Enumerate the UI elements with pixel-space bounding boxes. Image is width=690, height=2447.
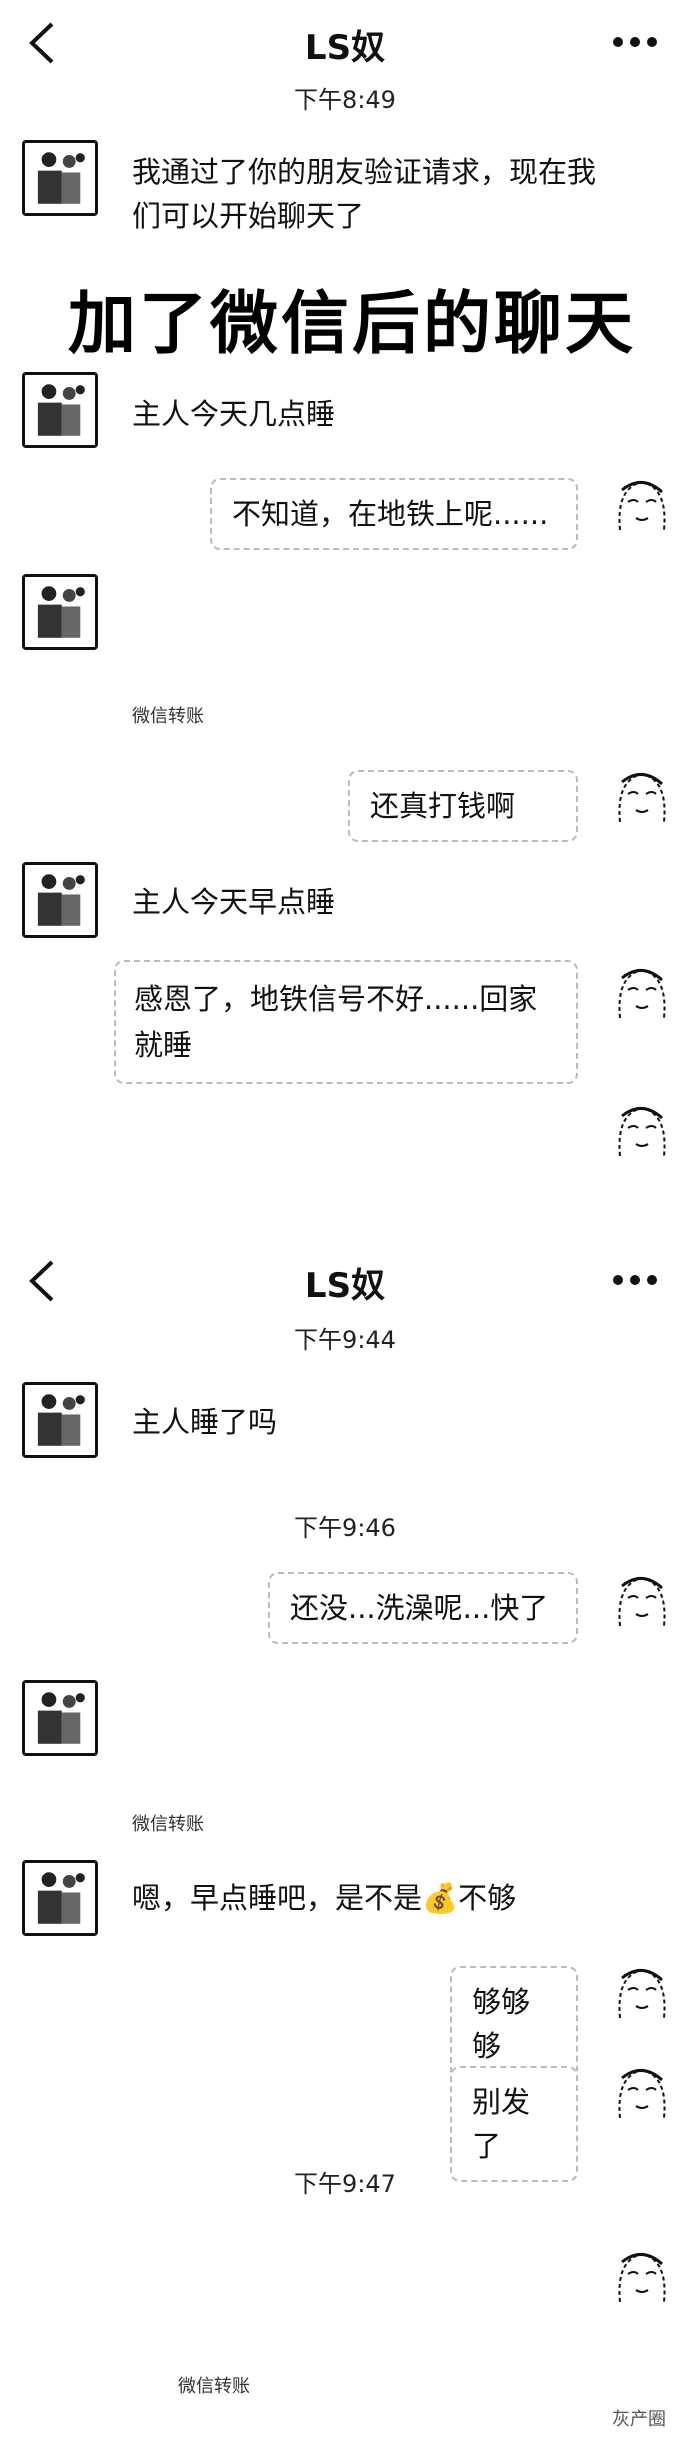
avatar-other[interactable]: [22, 1860, 98, 1936]
avatar-other[interactable]: [22, 862, 98, 938]
message-bubble-self: 还没...洗澡呢...快了: [268, 1572, 578, 1644]
avatar-face-icon: [618, 1106, 666, 1157]
avatar-image-icon: [25, 1683, 95, 1753]
avatar-other[interactable]: [22, 1382, 98, 1458]
avatar-image-icon: [25, 577, 95, 647]
chat-header-2: LS奴: [0, 1238, 690, 1328]
avatar-self[interactable]: [606, 1566, 678, 1638]
avatar-self[interactable]: [606, 1958, 678, 2030]
avatar-self[interactable]: [606, 470, 678, 542]
chat-title-2: LS奴: [304, 1266, 386, 1306]
message-text: 主人今天几点睡: [132, 397, 336, 431]
transfer-card-label[interactable]: 微信转账: [132, 1810, 204, 1836]
avatar-other[interactable]: [22, 574, 98, 650]
message-bubble-self: 不知道，在地铁上呢......: [210, 478, 578, 550]
avatar-face-icon: [618, 2068, 666, 2119]
avatar-image-icon: [25, 865, 95, 935]
chat-title-1: LS奴: [304, 28, 386, 68]
avatar-self[interactable]: [606, 2242, 678, 2314]
avatar-image-icon: [25, 375, 95, 445]
timestamp: 下午8:49: [294, 86, 396, 114]
timestamp: 下午9:46: [294, 1514, 396, 1542]
avatar-face-icon: [618, 2252, 666, 2303]
message-bubble-self: 还真打钱啊: [348, 770, 578, 842]
avatar-face-icon: [618, 772, 666, 823]
overlay-caption: 加了微信后的聊天: [68, 285, 637, 364]
avatar-other[interactable]: [22, 140, 98, 216]
message-text: 主人睡了吗: [132, 1405, 278, 1439]
more-button-2[interactable]: [610, 1260, 660, 1300]
transfer-card-label[interactable]: 微信转账: [132, 702, 204, 728]
avatar-self[interactable]: [606, 762, 678, 834]
avatar-self[interactable]: [606, 1096, 678, 1168]
transfer-card-label[interactable]: 微信转账: [178, 2372, 250, 2398]
avatar-image-icon: [25, 1863, 95, 1933]
message-bubble-self: 够够够: [450, 1966, 578, 2082]
message-text: 主人今天早点睡: [132, 885, 336, 919]
avatar-image-icon: [25, 1385, 95, 1455]
chat-header-1: LS奴: [0, 0, 690, 90]
watermark: 灰产圈: [612, 2409, 666, 2430]
avatar-self[interactable]: [606, 958, 678, 1030]
avatar-face-icon: [618, 968, 666, 1019]
message-text-part: 嗯，早点睡吧，是不是: [132, 1881, 423, 1915]
avatar-other[interactable]: [22, 372, 98, 448]
avatar-other[interactable]: [22, 1680, 98, 1756]
more-dots-icon: [613, 37, 657, 47]
avatar-face-icon: [618, 1968, 666, 2019]
message-text: 嗯，早点睡吧，是不是💰不够: [132, 1876, 516, 1920]
avatar-image-icon: [25, 143, 95, 213]
money-bag-icon: 💰: [422, 1881, 459, 1915]
message-text: 我通过了你的朋友验证请求，现在我们可以开始聊天了: [132, 155, 597, 233]
avatar-self[interactable]: [606, 2058, 678, 2130]
message-text-part: 不够: [458, 1881, 517, 1915]
more-dots-icon: [613, 1275, 657, 1285]
timestamp: 下午9:44: [294, 1326, 396, 1354]
avatar-face-icon: [618, 1576, 666, 1627]
more-button-1[interactable]: [610, 22, 660, 62]
timestamp: 下午9:47: [294, 2170, 396, 2198]
message-bubble-self: 感恩了，地铁信号不好......回家就睡: [114, 960, 578, 1084]
avatar-face-icon: [618, 480, 666, 531]
